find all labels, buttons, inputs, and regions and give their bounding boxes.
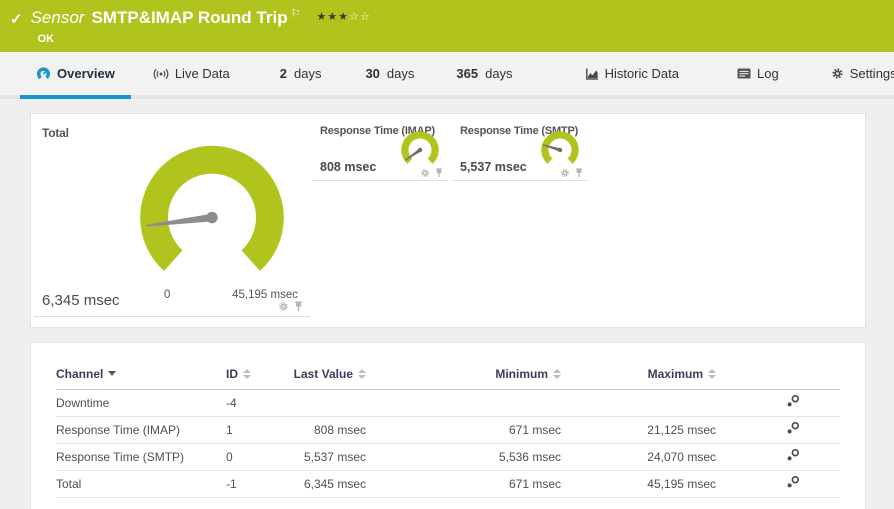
tab-log-label: Log	[756, 66, 779, 81]
cell-last-value: 6,345 msec	[286, 470, 366, 498]
tab-365-days[interactable]: 365 days	[440, 52, 528, 99]
tab-log[interactable]: Log	[721, 52, 795, 99]
stars-empty: ☆☆	[349, 11, 371, 23]
cell-last-value	[286, 389, 366, 417]
cell-last-value: 808 msec	[286, 416, 366, 444]
sort-icon	[553, 368, 561, 379]
column-header-maximum[interactable]: Maximum	[648, 367, 716, 381]
tab-bar: Overview Live Data 2 days 30 days 365 da…	[0, 52, 894, 99]
gauge-scale-min: 0	[164, 289, 171, 301]
cell-id: 1	[226, 416, 286, 444]
cell-minimum: 5,536 msec	[481, 443, 561, 471]
status-ok-check-icon: ✓	[10, 11, 23, 28]
stars-filled: ★★★	[316, 11, 350, 23]
cell-channel: Downtime	[56, 389, 226, 417]
table-row: Response Time (IMAP) 1 808 msec 671 msec…	[56, 416, 840, 444]
tab-settings-label: Settings	[849, 66, 894, 81]
tab-live-data[interactable]: Live Data	[137, 52, 246, 99]
tab-30-days-number: 30	[365, 66, 380, 81]
tab-365-days-number: 365	[456, 66, 479, 81]
tab-historic-data-label: Historic Data	[604, 66, 679, 81]
pin-icon[interactable]	[574, 168, 584, 178]
sensor-kind-label: Sensor	[30, 8, 85, 27]
cell-channel: Response Time (SMTP)	[56, 443, 226, 471]
cell-maximum: 21,125 msec	[636, 416, 716, 444]
cell-maximum: 45,195 msec	[636, 470, 716, 498]
sort-desc-icon	[108, 371, 117, 377]
gauge-imap	[401, 131, 439, 164]
tab-historic-data[interactable]: Historic Data	[569, 52, 695, 99]
tab-30-days[interactable]: 30 days	[349, 52, 430, 99]
tab-2-days-number: 2	[279, 66, 287, 81]
table-row: Downtime -4	[56, 389, 840, 417]
gear-icon[interactable]	[278, 301, 289, 312]
tab-live-data-label: Live Data	[174, 66, 230, 81]
cell-channel: Response Time (IMAP)	[56, 416, 226, 444]
gauge-title-total: Total	[42, 126, 69, 140]
log-list-icon	[737, 68, 751, 79]
live-broadcast-icon	[153, 68, 169, 80]
cell-maximum	[636, 389, 716, 417]
cell-minimum: 671 msec	[481, 470, 561, 498]
cell-id: -4	[226, 389, 286, 417]
status-badge: OK	[37, 33, 55, 45]
cell-minimum	[481, 389, 561, 417]
gauge-value-imap: 808 msec	[320, 160, 377, 174]
gear-icon[interactable]	[420, 168, 430, 178]
cell-id: 0	[226, 443, 286, 471]
area-chart-icon	[585, 67, 599, 81]
table-header-row: Channel ID Last Value Minimum Maximum	[56, 359, 840, 390]
column-header-minimum[interactable]: Minimum	[495, 367, 561, 381]
sort-icon	[243, 368, 251, 379]
cell-channel: Total	[56, 470, 226, 498]
column-header-channel[interactable]: Channel	[56, 367, 117, 381]
gauge-icon	[36, 66, 51, 81]
cell-maximum: 24,070 msec	[636, 443, 716, 471]
gauge-tile-imap[interactable]: Response Time (IMAP) 808 msec	[312, 119, 448, 181]
sensor-header-text: Sensor SMTP&IMAP Round Trip ⚐ ★★★☆☆ OK	[31, 8, 371, 45]
table-row: Total -1 6,345 msec 671 msec 45,195 msec	[56, 470, 840, 498]
gauge-smtp	[541, 131, 579, 164]
cell-id: -1	[226, 470, 286, 498]
gear-icon[interactable]	[560, 168, 570, 178]
cell-minimum: 671 msec	[481, 416, 561, 444]
channel-settings-wrench-icon[interactable]	[786, 421, 800, 435]
column-header-last-value[interactable]: Last Value	[294, 367, 366, 381]
sensor-header: ✓ Sensor SMTP&IMAP Round Trip ⚐ ★★★☆☆ OK	[0, 0, 894, 52]
overview-gauges-panel: Total 0 45,195 msec 6,345 msec Response …	[30, 113, 866, 328]
gauge-scale-max: 45,195 msec	[232, 289, 298, 301]
priority-star-rating[interactable]: ★★★☆☆	[316, 7, 370, 27]
channel-table: Channel ID Last Value Minimum Maximum Do…	[56, 359, 840, 498]
channel-table-panel: Channel ID Last Value Minimum Maximum Do…	[30, 342, 866, 509]
channel-settings-wrench-icon[interactable]	[786, 475, 800, 489]
channel-settings-wrench-icon[interactable]	[786, 448, 800, 462]
table-row: Response Time (SMTP) 0 5,537 msec 5,536 …	[56, 443, 840, 471]
pin-icon[interactable]	[434, 168, 444, 178]
tab-overview-label: Overview	[57, 66, 115, 81]
cell-last-value: 5,537 msec	[286, 443, 366, 471]
gauge-value-total: 6,345 msec	[42, 292, 120, 309]
tab-overview[interactable]: Overview	[20, 52, 131, 99]
gauge-tile-smtp[interactable]: Response Time (SMTP) 5,537 msec	[452, 119, 588, 181]
pin-icon[interactable]	[293, 301, 304, 312]
tab-365-days-label: days	[485, 66, 513, 81]
tab-30-days-label: days	[386, 66, 415, 81]
tab-settings[interactable]: Settings	[815, 52, 894, 99]
gauge-total	[140, 145, 284, 271]
tab-2-days-label: days	[293, 66, 322, 81]
flag-icon[interactable]: ⚐	[291, 4, 301, 24]
channel-settings-wrench-icon[interactable]	[786, 394, 800, 408]
page-title: SMTP&IMAP Round Trip	[91, 8, 288, 27]
gauge-value-smtp: 5,537 msec	[460, 160, 527, 174]
tab-2-days[interactable]: 2 days	[264, 52, 338, 99]
sort-icon	[358, 368, 366, 379]
sort-icon	[708, 368, 716, 379]
gear-icon	[831, 67, 844, 80]
gauge-tile-total[interactable]: Total 0 45,195 msec 6,345 msec	[34, 119, 310, 317]
column-header-id[interactable]: ID	[226, 367, 251, 381]
